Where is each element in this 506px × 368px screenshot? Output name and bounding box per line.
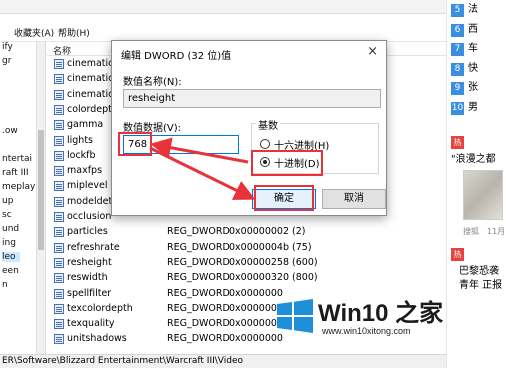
arrow-to-value xyxy=(150,137,249,164)
arrow-to-ok xyxy=(149,146,256,200)
watermark-url: www.win10xitong.com xyxy=(322,326,411,336)
watermark-title: Win10 之家 xyxy=(318,300,444,327)
windows-logo-icon xyxy=(277,299,313,333)
